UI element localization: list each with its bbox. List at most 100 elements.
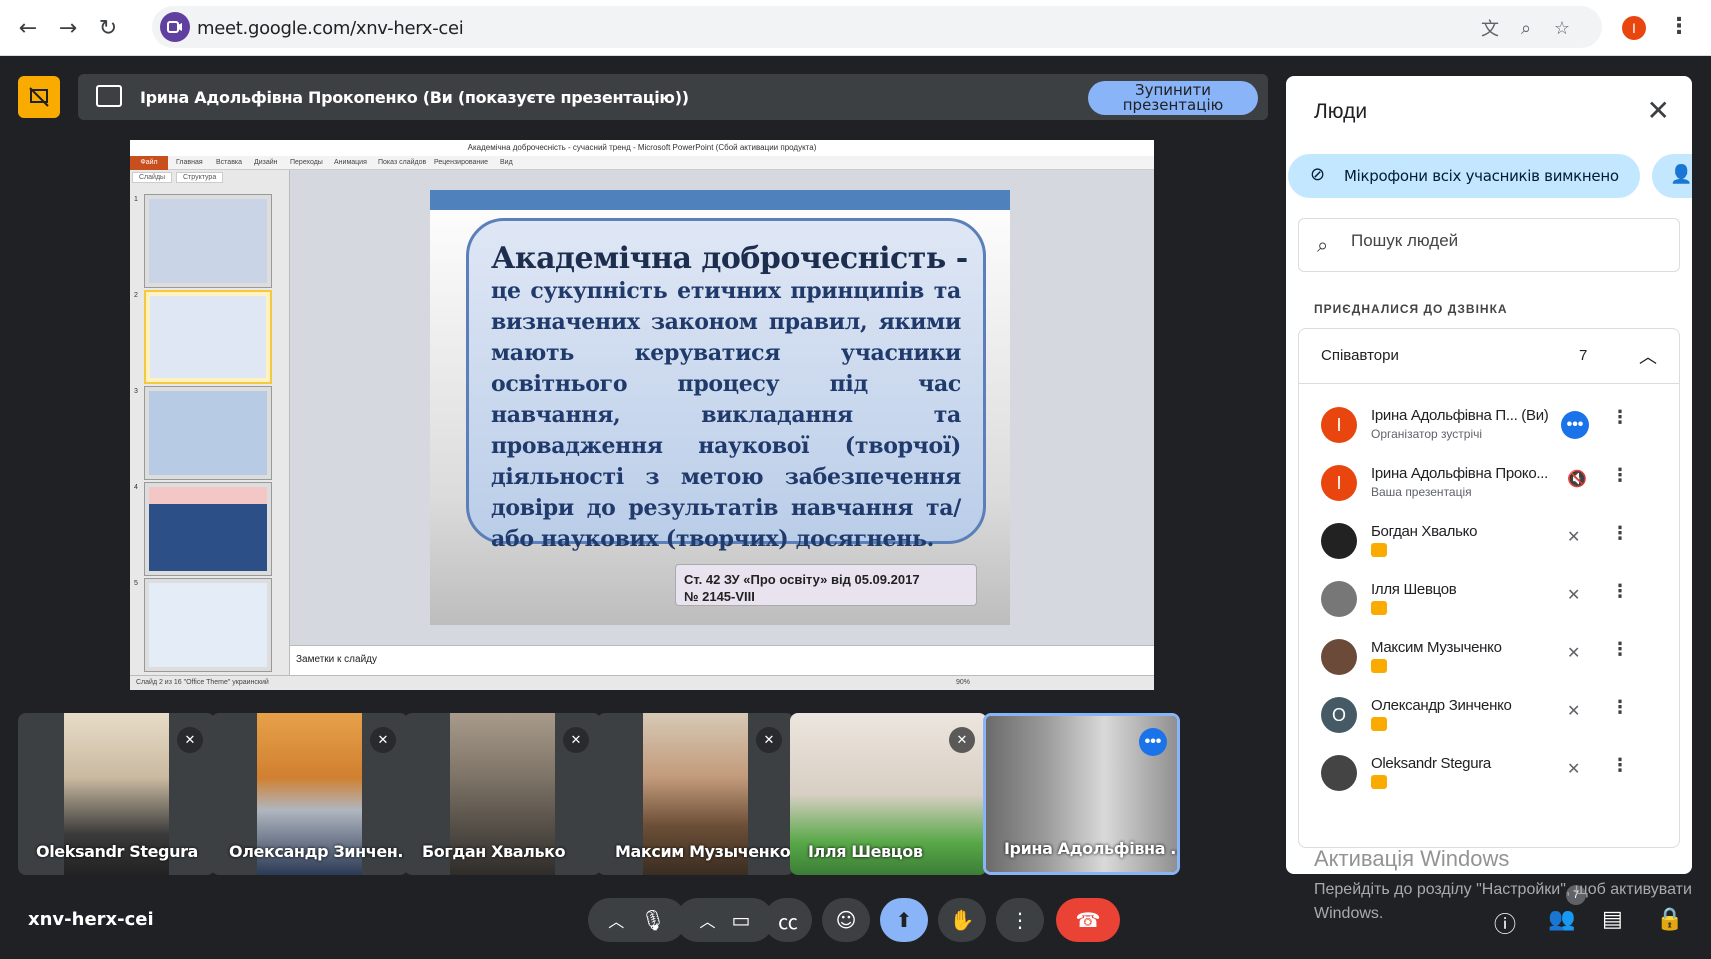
more-options-button[interactable]: ⋮	[996, 898, 1044, 942]
captions-button[interactable]: ㏄	[764, 898, 812, 942]
presentation-hidden-icon[interactable]	[18, 76, 60, 118]
hand-icon: ✋	[949, 908, 975, 932]
present-button[interactable]: ⬆	[880, 898, 928, 942]
hang-up-icon: ☎	[1075, 908, 1101, 932]
mic-off-icon: ✕	[177, 727, 203, 753]
kebab-icon[interactable]: ⋮	[1611, 407, 1629, 428]
avatar: I	[1321, 465, 1357, 501]
stop-presenting-button[interactable]: Зупинити презентацію	[1088, 81, 1258, 115]
zoom-icon[interactable]: ⌕	[1514, 16, 1538, 40]
mic-off-icon[interactable]: ✕	[1567, 759, 1580, 778]
ppt-tab: Главная	[176, 159, 203, 166]
avatar	[1321, 581, 1357, 617]
participant-row[interactable]: I Ірина Адольфівна П... (Ви) Організатор…	[1299, 397, 1679, 459]
participant-tile[interactable]: ✕ Олександр Зинчен...	[211, 713, 408, 875]
mute-all-chip[interactable]: ⊘ Мікрофони всіх учасників вимкнено	[1288, 154, 1640, 198]
participant-row[interactable]: Oleksandr Stegura ✕ ⋮	[1299, 745, 1679, 807]
meet-site-icon	[160, 12, 190, 42]
slide-body: це сукупність етичних принципів та визна…	[491, 278, 961, 552]
kebab-icon[interactable]: ⋮	[1611, 581, 1629, 602]
reactions-button[interactable]: ☺	[822, 898, 870, 942]
search-input[interactable]	[1351, 231, 1651, 251]
ppt-tab: Показ слайдов	[378, 159, 427, 166]
raise-hand-button[interactable]: ✋	[938, 898, 986, 942]
people-search[interactable]: ⌕	[1298, 218, 1680, 272]
kebab-icon: ⋮	[1010, 908, 1030, 932]
ppt-zoom: 90%	[956, 679, 971, 686]
ppt-title-bar: Академічна доброчесність - сучасний трен…	[130, 140, 1154, 156]
participant-row[interactable]: Максим Музыченко ✕ ⋮	[1299, 629, 1679, 691]
ppt-tab: Анимация	[334, 159, 367, 166]
address-bar[interactable]: meet.google.com/xnv-herx-cei ⽂ ⌕ ☆	[152, 6, 1602, 48]
presentation-badge-icon	[1371, 717, 1387, 731]
mic-off-icon[interactable]: ✕	[1567, 701, 1580, 720]
avatar: O	[1321, 697, 1357, 733]
audio-off-icon: 🔇	[1567, 469, 1587, 488]
tile-more-options-icon[interactable]: •••	[1139, 728, 1167, 756]
kebab-icon[interactable]: ⋮	[1611, 465, 1629, 486]
ppt-slide-editor: Академічна доброчесність - це сукупність…	[290, 170, 1154, 645]
participant-name: Максим Музыченко	[1371, 639, 1502, 656]
mic-off-icon: ✕	[370, 727, 396, 753]
mic-off-icon[interactable]: ✕	[1567, 585, 1580, 604]
translate-icon[interactable]: ⽂	[1478, 16, 1502, 40]
participant-tile-self[interactable]: ••• Ірина Адольфівна ...	[983, 713, 1180, 875]
browser-menu-icon[interactable]: ⋮	[1668, 14, 1690, 39]
mic-off-icon[interactable]: ✕	[1567, 527, 1580, 546]
ppt-ribbon: Файл Главная Вставка Дизайн Переходы Ани…	[130, 156, 1154, 170]
mic-off-icon: ✕	[756, 727, 782, 753]
chevron-up-icon[interactable]: ︿	[608, 908, 624, 932]
presentation-badge-icon	[1371, 775, 1387, 789]
microphone-button[interactable]: ︿ 🎙	[588, 898, 686, 942]
camera-button[interactable]: ︿ ▭	[676, 898, 774, 942]
more-options-icon[interactable]: •••	[1561, 411, 1589, 439]
leave-call-button[interactable]: ☎	[1056, 898, 1120, 942]
joined-label: ПРИЄДНАЛИСЯ ДО ДЗВІНКА	[1314, 302, 1508, 316]
kebab-icon[interactable]: ⋮	[1611, 639, 1629, 660]
mic-off-icon[interactable]: ✕	[1567, 643, 1580, 662]
tile-name: Ілля Шевцов	[808, 842, 923, 861]
presentation-badge-icon	[1371, 659, 1387, 673]
participant-row[interactable]: O Олександр Зинченко ✕ ⋮	[1299, 687, 1679, 749]
panel-title: Люди	[1314, 100, 1368, 123]
participant-name: Oleksandr Stegura	[1371, 755, 1491, 772]
participant-role: Ваша презентація	[1371, 485, 1472, 499]
presentation-badge-icon	[1371, 601, 1387, 615]
shared-powerpoint-window: Академічна доброчесність - сучасний трен…	[130, 140, 1154, 690]
chevron-up-icon[interactable]: ︿	[1639, 343, 1657, 369]
participant-row[interactable]: Богдан Хвалько ✕ ⋮	[1299, 513, 1679, 575]
chevron-up-icon[interactable]: ︿	[700, 908, 716, 932]
participant-tile[interactable]: ✕ Максим Музыченко	[597, 713, 794, 875]
participant-row[interactable]: I Ірина Адольфівна Проко... Ваша презент…	[1299, 455, 1679, 517]
ppt-notes-pane: Заметки к слайду	[290, 645, 1154, 675]
avatar: I	[1321, 407, 1357, 443]
thumb-number: 5	[134, 580, 138, 587]
participant-tile[interactable]: ✕ Oleksandr Stegura	[18, 713, 215, 875]
thumb-number: 2	[134, 292, 138, 299]
people-panel: Люди ✕ ⊘ Мікрофони всіх учасників вимкне…	[1286, 76, 1692, 874]
kebab-icon[interactable]: ⋮	[1611, 755, 1629, 776]
ppt-side-tab: Слайды	[132, 172, 173, 183]
participant-tile[interactable]: ✕ Ілля Шевцов	[790, 713, 987, 875]
profile-avatar[interactable]: I	[1622, 16, 1646, 40]
forward-icon[interactable]: →	[52, 12, 84, 44]
mic-off-icon: ⊘	[1310, 164, 1325, 185]
slide-thumbnail	[144, 482, 272, 576]
participant-row[interactable]: Ілля Шевцов ✕ ⋮	[1299, 571, 1679, 633]
participant-tile[interactable]: ✕ Богдан Хвалько	[404, 713, 601, 875]
kebab-icon[interactable]: ⋮	[1611, 523, 1629, 544]
back-icon[interactable]: ←	[12, 12, 44, 44]
bookmark-star-icon[interactable]: ☆	[1550, 16, 1574, 40]
close-icon[interactable]: ✕	[1647, 94, 1670, 127]
reload-icon[interactable]: ↻	[92, 12, 124, 44]
kebab-icon[interactable]: ⋮	[1611, 697, 1629, 718]
ppt-tab: Вставка	[216, 159, 243, 166]
present-screen-icon: ⬆	[895, 908, 913, 932]
add-people-icon[interactable]: 👤	[1652, 154, 1692, 198]
tile-name: Олександр Зинчен...	[229, 842, 408, 861]
mic-icon: 🎙	[640, 908, 666, 932]
group-count: 7	[1579, 347, 1588, 364]
group-label: Співавтори	[1321, 347, 1399, 364]
ppt-tab: Вид	[500, 159, 513, 166]
presenting-text: Ірина Адольфівна Прокопенко (Ви (показує…	[140, 88, 689, 107]
